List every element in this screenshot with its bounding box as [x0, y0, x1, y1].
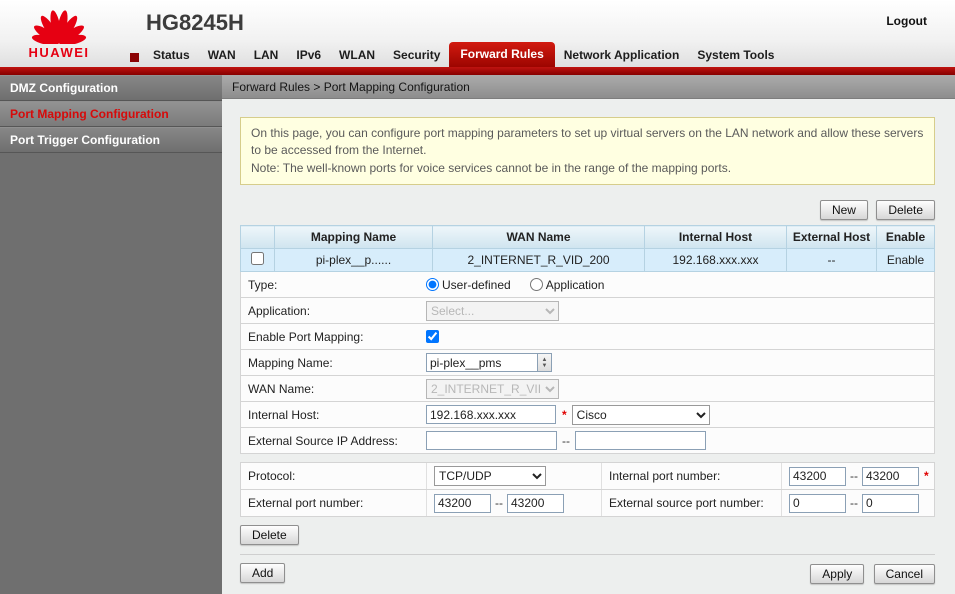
- tab-forward-rules[interactable]: Forward Rules: [449, 42, 554, 67]
- huawei-flower-icon: [30, 2, 88, 44]
- type-user-defined-option[interactable]: User-defined: [426, 278, 511, 292]
- cell-enable: Enable: [877, 249, 935, 272]
- ports-row-1: Protocol: TCP/UDP Internal port number: …: [240, 462, 935, 490]
- add-button[interactable]: Add: [240, 563, 285, 583]
- external-port-label: External port number:: [241, 490, 426, 516]
- cancel-button[interactable]: Cancel: [874, 564, 935, 584]
- main-content: Forward Rules > Port Mapping Configurati…: [222, 75, 955, 594]
- type-user-defined-radio[interactable]: [426, 278, 439, 291]
- ports-row-2: External port number: -- External source…: [240, 490, 935, 517]
- form-row-internal-host: Internal Host: * Cisco: [240, 402, 935, 428]
- table-row[interactable]: pi-plex__p...... 2_INTERNET_R_VID_200 19…: [241, 249, 935, 272]
- cell-wan-name: 2_INTERNET_R_VID_200: [433, 249, 645, 272]
- external-source-port-label: External source port number:: [601, 490, 781, 516]
- sidebar-item-port-trigger-configuration[interactable]: Port Trigger Configuration: [0, 127, 222, 153]
- mapping-name-label: Mapping Name:: [241, 356, 426, 370]
- header-checkbox-cell: [241, 226, 275, 249]
- tab-network-application[interactable]: Network Application: [555, 44, 689, 67]
- range-separator: --: [495, 496, 503, 510]
- internal-port-to-input[interactable]: [862, 467, 919, 486]
- tab-wan[interactable]: WAN: [199, 44, 245, 67]
- type-application-radio[interactable]: [530, 278, 543, 291]
- cell-external-host: --: [787, 249, 877, 272]
- col-external-host: External Host: [787, 226, 877, 249]
- external-port-to-input[interactable]: [507, 494, 564, 513]
- form-row-enable-port-mapping: Enable Port Mapping:: [240, 324, 935, 350]
- port-mapping-panel: On this page, you can configure port map…: [222, 99, 955, 583]
- form-row-external-source-ip: External Source IP Address: --: [240, 428, 935, 454]
- tab-ipv6[interactable]: IPv6: [287, 44, 330, 67]
- tab-system-tools[interactable]: System Tools: [688, 44, 783, 67]
- internal-port-label: Internal port number:: [601, 463, 781, 489]
- info-box: On this page, you can configure port map…: [240, 117, 935, 185]
- port-mapping-table: Mapping Name WAN Name Internal Host Exte…: [240, 225, 935, 272]
- col-enable: Enable: [877, 226, 935, 249]
- row-checkbox[interactable]: [251, 252, 264, 265]
- sidebar-item-port-mapping-configuration[interactable]: Port Mapping Configuration: [0, 101, 222, 127]
- tab-security[interactable]: Security: [384, 44, 449, 67]
- wan-name-select[interactable]: 2_INTERNET_R_VII: [426, 379, 559, 399]
- enable-port-mapping-checkbox[interactable]: [426, 330, 439, 343]
- type-label: Type:: [241, 278, 426, 292]
- header-red-bar: [0, 67, 955, 75]
- internal-host-input[interactable]: [426, 405, 556, 424]
- table-header-row: Mapping Name WAN Name Internal Host Exte…: [241, 226, 935, 249]
- application-label: Application:: [241, 304, 426, 318]
- sidebar-item-dmz-configuration[interactable]: DMZ Configuration: [0, 75, 222, 101]
- nav-marker-icon: [130, 53, 139, 62]
- new-button[interactable]: New: [820, 200, 868, 220]
- huawei-logo: HUAWEI: [14, 2, 104, 60]
- device-title: HG8245H: [146, 10, 244, 36]
- info-line-1: On this page, you can configure port map…: [251, 125, 924, 160]
- tab-lan[interactable]: LAN: [245, 44, 288, 67]
- header: HUAWEI HG8245H Logout Status WAN LAN IPv…: [0, 0, 955, 75]
- required-marker: *: [562, 408, 567, 422]
- main-nav: Status WAN LAN IPv6 WLAN Security Forwar…: [130, 42, 783, 67]
- cell-mapping-name: pi-plex__p......: [275, 249, 433, 272]
- mapping-name-input[interactable]: [426, 353, 538, 372]
- wan-name-label: WAN Name:: [241, 382, 426, 396]
- form-row-type: Type: User-defined Application: [240, 272, 935, 298]
- internal-host-label: Internal Host:: [241, 408, 426, 422]
- col-internal-host: Internal Host: [645, 226, 787, 249]
- footer-actions: Apply Cancel: [804, 564, 935, 584]
- application-select[interactable]: Select...: [426, 301, 559, 321]
- required-marker: *: [924, 469, 929, 483]
- cell-internal-host: 192.168.xxx.xxx: [645, 249, 787, 272]
- internal-host-device-select[interactable]: Cisco: [572, 405, 710, 425]
- external-port-from-input[interactable]: [434, 494, 491, 513]
- apply-button[interactable]: Apply: [810, 564, 864, 584]
- table-toolbar: New Delete: [240, 200, 935, 220]
- info-line-2: Note: The well-known ports for voice ser…: [251, 160, 924, 177]
- tab-wlan[interactable]: WLAN: [330, 44, 384, 67]
- form-row-wan-name: WAN Name: 2_INTERNET_R_VII: [240, 376, 935, 402]
- external-source-ip-label: External Source IP Address:: [241, 434, 426, 448]
- input-stepper-icon[interactable]: ▲▼: [538, 353, 552, 372]
- external-source-ip-from-input[interactable]: [426, 431, 557, 450]
- logout-link[interactable]: Logout: [886, 14, 927, 28]
- external-source-port-from-input[interactable]: [789, 494, 846, 513]
- internal-port-from-input[interactable]: [789, 467, 846, 486]
- external-source-port-to-input[interactable]: [862, 494, 919, 513]
- delete-button-top[interactable]: Delete: [876, 200, 935, 220]
- delete-button-bottom[interactable]: Delete: [240, 525, 299, 545]
- sidebar: DMZ Configuration Port Mapping Configura…: [0, 75, 222, 594]
- range-separator: --: [850, 469, 858, 483]
- enable-port-mapping-label: Enable Port Mapping:: [241, 330, 426, 344]
- range-separator: --: [850, 496, 858, 510]
- form-row-mapping-name: Mapping Name: ▲▼: [240, 350, 935, 376]
- protocol-label: Protocol:: [241, 463, 426, 489]
- tab-status[interactable]: Status: [144, 44, 199, 67]
- col-mapping-name: Mapping Name: [275, 226, 433, 249]
- brand-text: HUAWEI: [14, 45, 104, 60]
- protocol-select[interactable]: TCP/UDP: [434, 466, 546, 486]
- type-application-option[interactable]: Application: [530, 278, 605, 292]
- col-wan-name: WAN Name: [433, 226, 645, 249]
- range-separator: --: [562, 434, 570, 448]
- breadcrumb: Forward Rules > Port Mapping Configurati…: [222, 75, 955, 99]
- form-row-application: Application: Select...: [240, 298, 935, 324]
- external-source-ip-to-input[interactable]: [575, 431, 706, 450]
